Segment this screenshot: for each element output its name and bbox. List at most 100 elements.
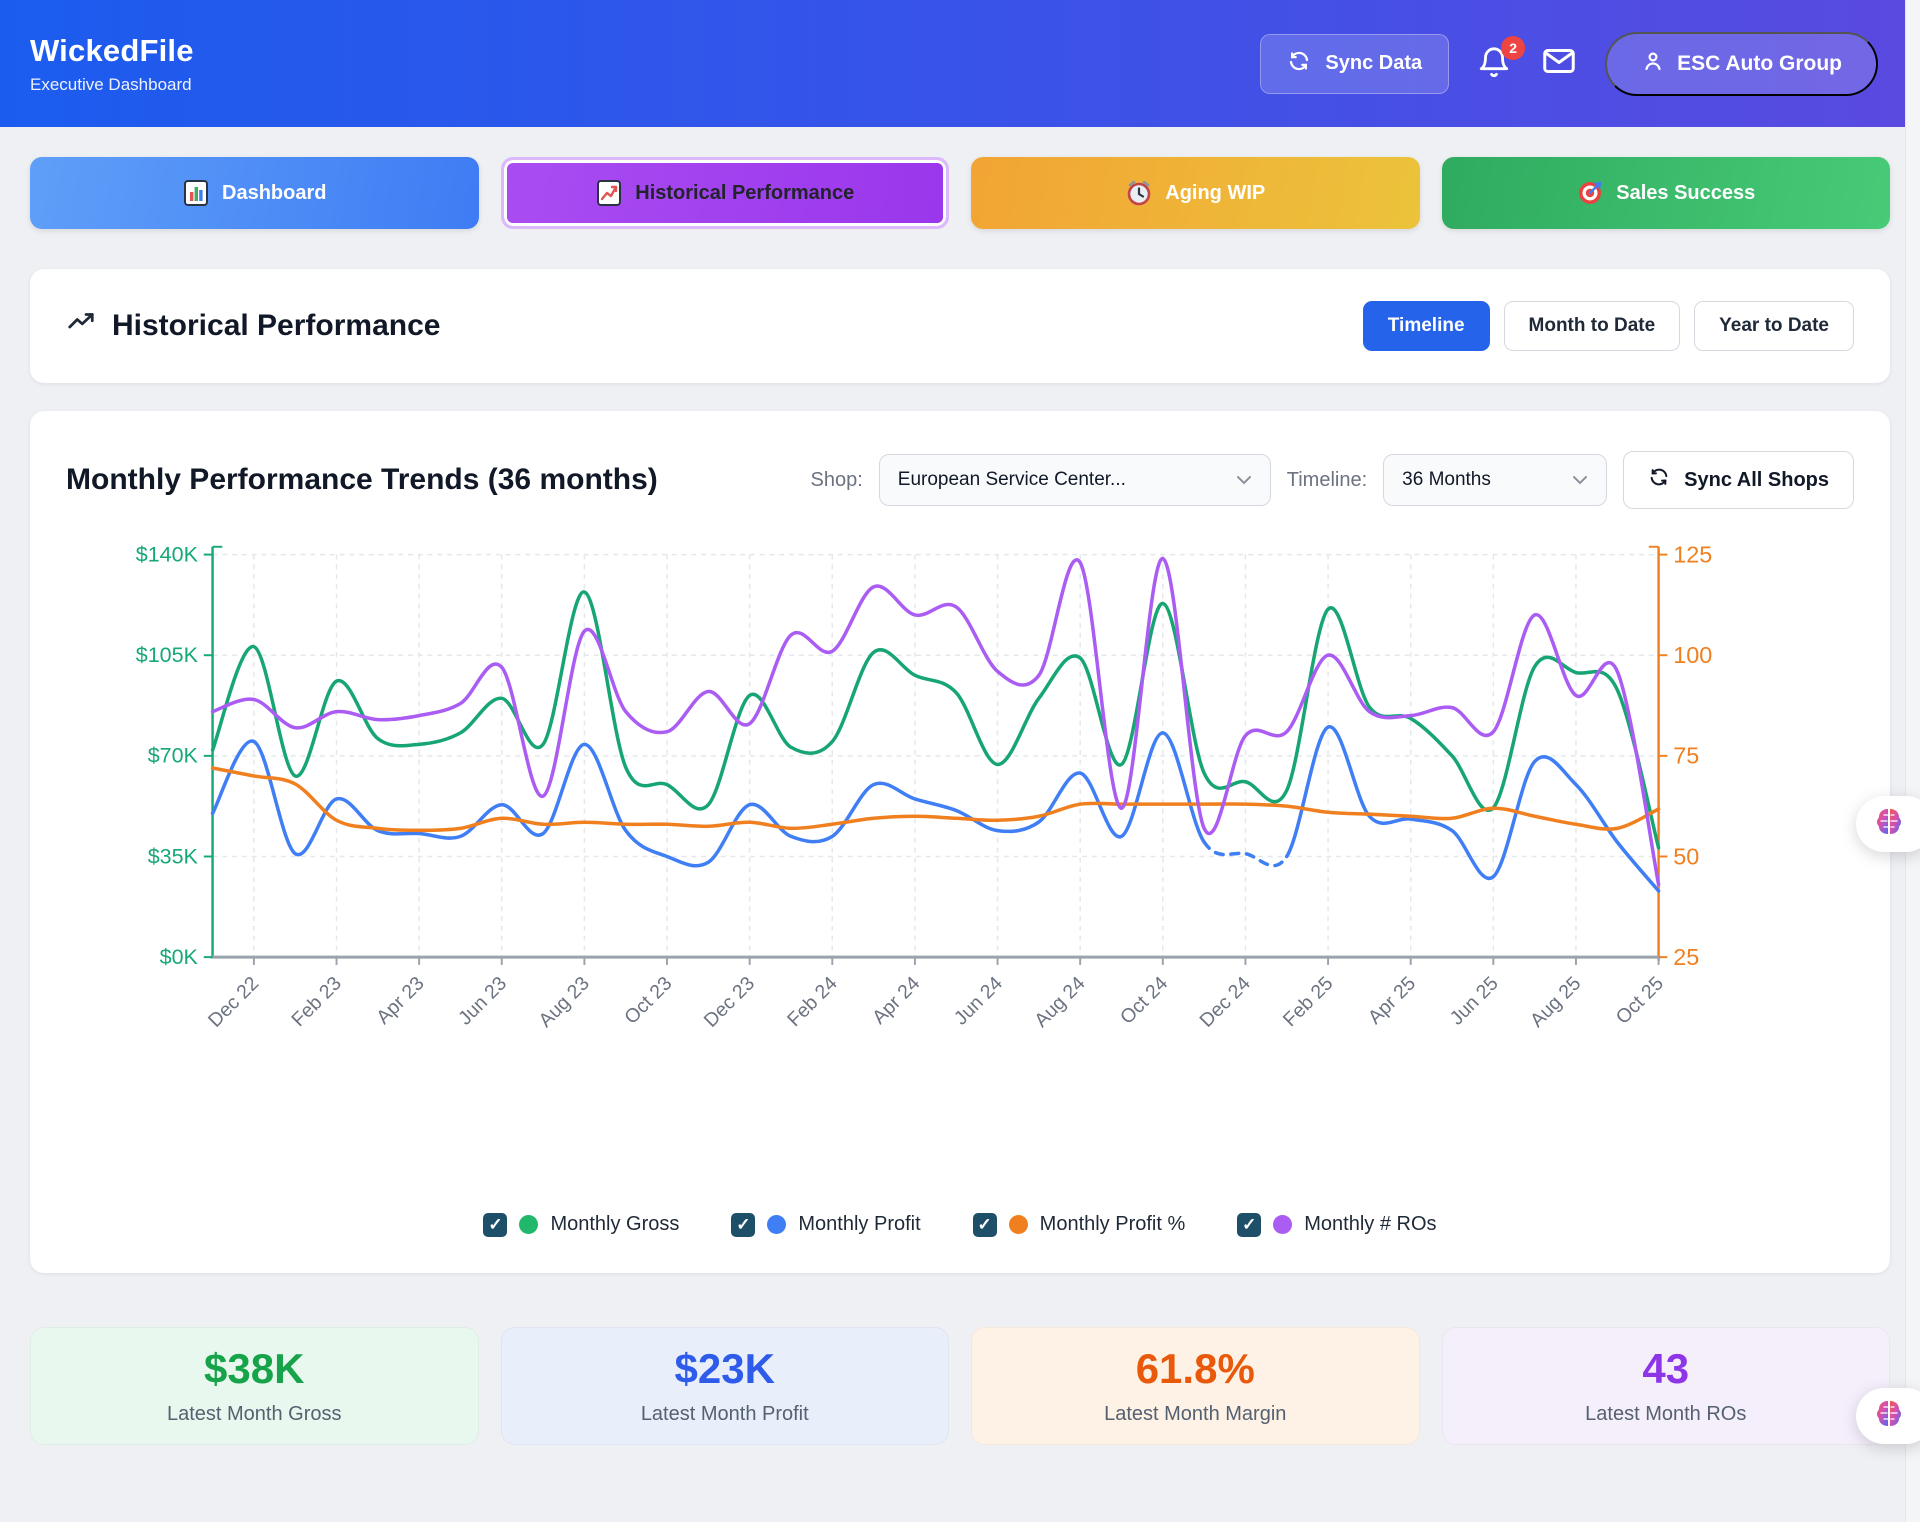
- stat-value: 61.8%: [1136, 1345, 1255, 1393]
- svg-text:Feb 23: Feb 23: [287, 972, 346, 1031]
- svg-text:Dec 24: Dec 24: [1196, 972, 1255, 1031]
- svg-text:Feb 25: Feb 25: [1279, 972, 1338, 1031]
- svg-text:100: 100: [1673, 642, 1712, 668]
- target-icon: [1576, 179, 1604, 207]
- legend-checkbox[interactable]: ✓: [1237, 1213, 1261, 1237]
- person-icon: [1641, 49, 1665, 79]
- legend-label: Monthly Profit %: [1040, 1213, 1186, 1236]
- shop-select[interactable]: European Service Center...: [879, 454, 1271, 506]
- svg-text:$35K: $35K: [148, 844, 199, 868]
- scrollbar[interactable]: [1905, 0, 1920, 1522]
- view-button-month-to-date[interactable]: Month to Date: [1504, 301, 1681, 351]
- brand: WickedFile Executive Dashboard: [30, 33, 194, 95]
- tab-label: Historical Performance: [635, 182, 854, 205]
- svg-text:Oct 25: Oct 25: [1612, 972, 1668, 1028]
- svg-text:25: 25: [1673, 944, 1699, 970]
- svg-text:Apr 25: Apr 25: [1364, 972, 1420, 1028]
- stat-label: Latest Month Profit: [641, 1403, 809, 1426]
- sync-all-shops-button[interactable]: Sync All Shops: [1623, 451, 1854, 509]
- tab-aging-wip[interactable]: Aging WIP: [971, 157, 1420, 229]
- stat-card-gross: $38K Latest Month Gross: [30, 1327, 479, 1445]
- svg-text:Apr 23: Apr 23: [372, 972, 428, 1028]
- view-button-year-to-date[interactable]: Year to Date: [1694, 301, 1854, 351]
- refresh-icon: [1287, 49, 1311, 79]
- ai-assistant-button[interactable]: [1856, 1388, 1920, 1444]
- svg-text:Jun 25: Jun 25: [1446, 972, 1503, 1029]
- account-button[interactable]: ESC Auto Group: [1605, 32, 1878, 96]
- stat-label: Latest Month Margin: [1104, 1403, 1286, 1426]
- shop-label: Shop:: [811, 469, 863, 492]
- legend-label: Monthly # ROs: [1304, 1213, 1436, 1236]
- notifications-button[interactable]: 2: [1477, 46, 1513, 82]
- legend-checkbox[interactable]: ✓: [973, 1213, 997, 1237]
- stat-value: $23K: [675, 1345, 775, 1393]
- legend-color-dot: [519, 1215, 538, 1234]
- svg-text:Oct 23: Oct 23: [620, 972, 676, 1028]
- stat-label: Latest Month ROs: [1585, 1403, 1746, 1426]
- timeline-label: Timeline:: [1287, 469, 1367, 492]
- alarm-clock-icon: [1125, 179, 1153, 207]
- svg-text:75: 75: [1673, 743, 1699, 769]
- svg-text:50: 50: [1673, 843, 1699, 869]
- app-header: WickedFile Executive Dashboard Sync Data…: [0, 0, 1920, 127]
- svg-text:Aug 25: Aug 25: [1526, 972, 1585, 1031]
- legend-color-dot: [1273, 1215, 1292, 1234]
- ai-assistant-button[interactable]: [1856, 796, 1920, 852]
- bar-chart-icon: [182, 179, 210, 207]
- brain-icon: [1872, 1397, 1906, 1436]
- mail-icon: [1541, 66, 1577, 83]
- stat-card-profit: $23K Latest Month Profit: [501, 1327, 950, 1445]
- svg-text:Jun 24: Jun 24: [950, 972, 1007, 1029]
- legend-checkbox[interactable]: ✓: [731, 1213, 755, 1237]
- legend-checkbox[interactable]: ✓: [483, 1213, 507, 1237]
- nav-tabs: Dashboard Historical Performance Aging W…: [30, 157, 1890, 229]
- chart-canvas: $0K$35K$70K$105K$140K255075100125Dec 22F…: [66, 537, 1854, 1060]
- view-button-timeline[interactable]: Timeline: [1363, 301, 1490, 351]
- trending-up-icon: [66, 307, 96, 345]
- svg-text:$70K: $70K: [148, 744, 199, 768]
- legend-item: ✓ Monthly Gross: [483, 1213, 679, 1237]
- stat-value: $38K: [204, 1345, 304, 1393]
- svg-text:125: 125: [1673, 541, 1712, 567]
- performance-line-chart: $0K$35K$70K$105K$140K255075100125Dec 22F…: [66, 537, 1854, 1065]
- view-switch: Timeline Month to Date Year to Date: [1363, 301, 1854, 351]
- legend-label: Monthly Gross: [550, 1213, 679, 1236]
- legend-label: Monthly Profit: [798, 1213, 920, 1236]
- sync-data-button[interactable]: Sync Data: [1260, 34, 1449, 94]
- svg-text:Dec 22: Dec 22: [204, 972, 263, 1031]
- legend-item: ✓ Monthly # ROs: [1237, 1213, 1436, 1237]
- page-title-row: Historical Performance: [66, 307, 440, 345]
- brain-icon: [1872, 805, 1906, 844]
- tab-label: Dashboard: [222, 182, 326, 205]
- chevron-down-icon: [1572, 469, 1588, 491]
- app-title: WickedFile: [30, 33, 194, 69]
- svg-text:$105K: $105K: [136, 643, 199, 667]
- tab-dashboard[interactable]: Dashboard: [30, 157, 479, 229]
- tab-label: Sales Success: [1616, 182, 1755, 205]
- legend-color-dot: [1009, 1215, 1028, 1234]
- legend-color-dot: [767, 1215, 786, 1234]
- messages-button[interactable]: [1541, 43, 1577, 84]
- stat-card-margin: 61.8% Latest Month Margin: [971, 1327, 1420, 1445]
- notification-badge: 2: [1501, 36, 1525, 60]
- stat-card-ros: 43 Latest Month ROs: [1442, 1327, 1891, 1445]
- svg-text:Aug 24: Aug 24: [1030, 972, 1089, 1031]
- chevron-down-icon: [1236, 469, 1252, 491]
- svg-text:Aug 23: Aug 23: [534, 972, 593, 1031]
- stat-value: 43: [1642, 1345, 1689, 1393]
- legend-item: ✓ Monthly Profit %: [973, 1213, 1186, 1237]
- section-header-card: Historical Performance Timeline Month to…: [30, 269, 1890, 383]
- app-subtitle: Executive Dashboard: [30, 75, 194, 95]
- svg-text:Oct 24: Oct 24: [1116, 972, 1172, 1028]
- tab-label: Aging WIP: [1165, 182, 1265, 205]
- tab-sales-success[interactable]: Sales Success: [1442, 157, 1891, 229]
- stat-label: Latest Month Gross: [167, 1403, 342, 1426]
- timeline-select[interactable]: 36 Months: [1383, 454, 1607, 506]
- svg-text:Dec 23: Dec 23: [700, 972, 759, 1031]
- tab-historical-performance[interactable]: Historical Performance: [501, 157, 950, 229]
- stat-cards: $38K Latest Month Gross $23K Latest Mont…: [30, 1327, 1890, 1445]
- svg-text:Feb 24: Feb 24: [783, 972, 842, 1031]
- chart-title: Monthly Performance Trends (36 months): [66, 463, 658, 497]
- svg-text:Apr 24: Apr 24: [868, 972, 924, 1028]
- svg-text:$140K: $140K: [136, 542, 199, 566]
